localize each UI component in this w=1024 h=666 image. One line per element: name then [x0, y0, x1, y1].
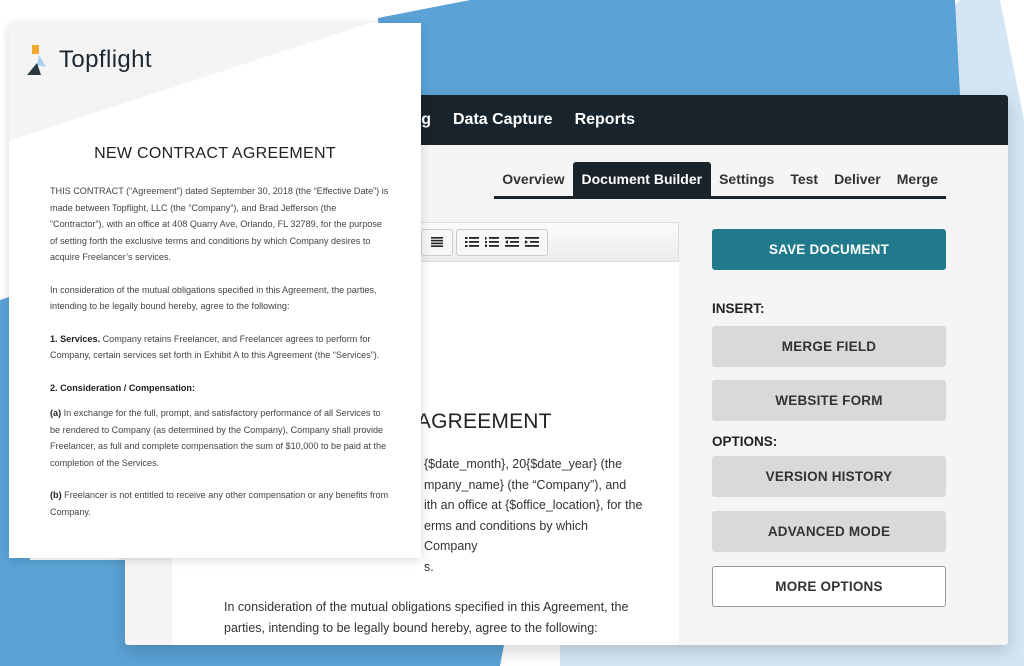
editor-line: mpany_name} (the “Company”), and: [424, 477, 627, 492]
editor-line: {$date_month}, 20{$date_year} (the: [424, 457, 623, 471]
clause-text: Freelancer is not entitled to receive an…: [50, 490, 389, 517]
tab-overview[interactable]: Overview: [494, 162, 572, 196]
bg-blue-shape-top: [378, 0, 960, 95]
indent-icon[interactable]: [524, 235, 540, 249]
clause-label: (b): [50, 490, 62, 500]
tab-settings[interactable]: Settings: [711, 162, 782, 196]
numbered-list-icon[interactable]: [484, 235, 500, 249]
paper-clause-b: (b) Freelancer is not entitled to receiv…: [50, 487, 390, 520]
editor-line: s.: [424, 559, 434, 574]
topflight-logo-icon: [27, 45, 46, 75]
list-group: [456, 228, 548, 256]
contract-preview-paper: Topflight NEW CONTRACT AGREEMENT THIS CO…: [9, 23, 421, 558]
paper-header-background: [9, 23, 369, 141]
editor-paragraph: In consideration of the mutual obligatio…: [224, 600, 629, 635]
advanced-mode-button[interactable]: ADVANCED MODE: [712, 511, 946, 552]
clause-label: (a): [50, 408, 62, 418]
logo-text: Topflight: [59, 46, 152, 73]
paper-paragraph-intro: THIS CONTRACT (“Agreement”) dated Septem…: [50, 186, 389, 262]
paper-section-services: 1. Services. Company retains Freelancer,…: [50, 331, 390, 364]
paper-section-compensation-heading: 2. Consideration / Compensation:: [50, 380, 390, 397]
builder-sidebar: SAVE DOCUMENT INSERT: MERGE FIELD WEBSIT…: [712, 229, 946, 607]
outdent-icon[interactable]: [504, 235, 520, 249]
website-form-button[interactable]: WEBSITE FORM: [712, 380, 946, 421]
tab-test[interactable]: Test: [782, 162, 826, 196]
section-text: Company retains Freelancer, and Freelanc…: [50, 333, 380, 361]
bulleted-list-icon[interactable]: [464, 235, 480, 249]
more-options-button[interactable]: MORE OPTIONS: [712, 566, 946, 607]
tab-bar: Overview Document Builder Settings Test …: [494, 162, 946, 199]
tab-document-builder[interactable]: Document Builder: [572, 162, 712, 196]
alignment-group: [421, 228, 453, 256]
section-heading: 2. Consideration / Compensation:: [50, 382, 196, 393]
version-history-button[interactable]: VERSION HISTORY: [712, 456, 946, 497]
paper-clause-a: (a) In exchange for the full, prompt, an…: [50, 405, 390, 471]
editor-line: ith an office at {$office_location}, for…: [424, 498, 643, 512]
nav-item-reports[interactable]: Reports: [575, 111, 635, 129]
paper-body: THIS CONTRACT (“Agreement”) dated Septem…: [50, 183, 390, 536]
topflight-logo: Topflight: [27, 45, 152, 75]
options-label: OPTIONS:: [712, 434, 778, 449]
tab-merge[interactable]: Merge: [889, 162, 946, 196]
nav-item-data-capture[interactable]: Data Capture: [453, 111, 553, 129]
paper-title: NEW CONTRACT AGREEMENT: [94, 145, 336, 162]
insert-label: INSERT:: [712, 301, 765, 316]
paper-paragraph-consideration: In consideration of the mutual obligatio…: [50, 284, 377, 312]
save-document-button[interactable]: SAVE DOCUMENT: [712, 229, 946, 270]
editor-line: erms and conditions by which Company: [424, 518, 588, 554]
tab-deliver[interactable]: Deliver: [826, 162, 889, 196]
section-heading: 1. Services.: [50, 333, 101, 344]
clause-text: In exchange for the full, prompt, and sa…: [50, 408, 387, 468]
merge-field-button[interactable]: MERGE FIELD: [712, 326, 946, 367]
align-justify-icon[interactable]: [429, 235, 445, 249]
